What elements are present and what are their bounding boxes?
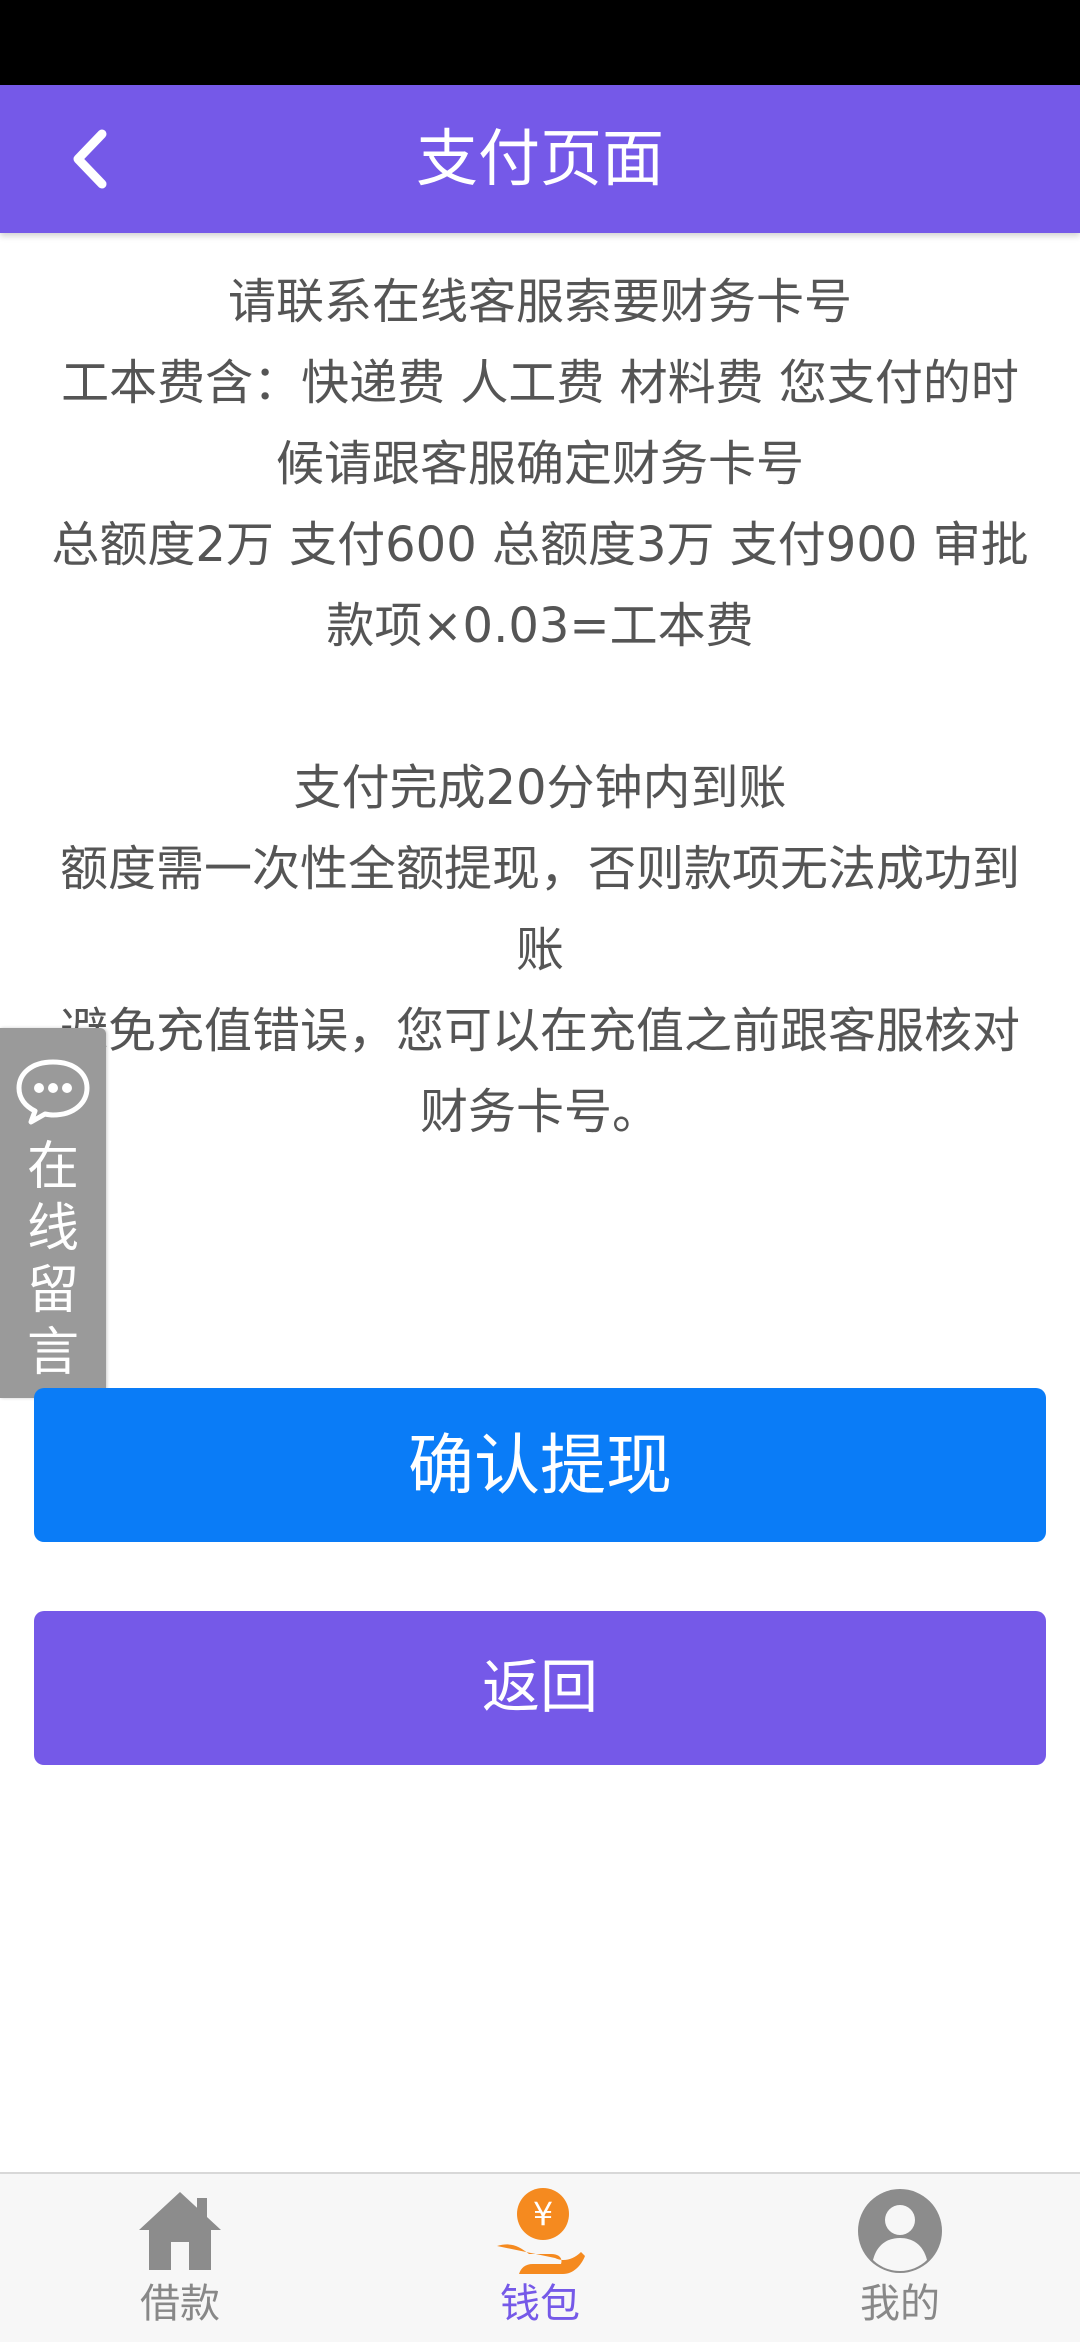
confirm-withdraw-button[interactable]: 确认提现 [34, 1388, 1046, 1542]
status-bar [0, 0, 1080, 85]
instruction-line: 总额度2万 支付600 总额度3万 支付900 审批款项×0.03=工本费 [51, 517, 1029, 654]
instruction-line: 请联系在线客服索要财务卡号 [227, 274, 852, 330]
house-icon [139, 2192, 221, 2270]
return-button[interactable]: 返回 [34, 1611, 1046, 1765]
payment-instructions: 请联系在线客服索要财务卡号 工本费含：快递费 人工费 材料费 您支付的时候请跟客… [50, 262, 1030, 1153]
tab-label-wallet: 钱包 [500, 2281, 580, 2327]
svg-text:¥: ¥ [533, 2195, 553, 2233]
app-header: 支付页面 [0, 85, 1080, 233]
online-message-label: 在线留言 [26, 1137, 79, 1383]
tab-loan[interactable]: 借款 [60, 2174, 300, 2342]
instruction-line: 避免充值错误，您可以在充值之前跟客服核对财务卡号。 [59, 1003, 1020, 1140]
tab-wallet[interactable]: ¥ 钱包 [420, 2174, 660, 2342]
instruction-line: 额度需一次性全额提现，否则款项无法成功到账 [59, 841, 1020, 978]
online-message-tab[interactable]: 在线留言 [0, 1028, 106, 1398]
page-title: 支付页面 [415, 122, 664, 195]
tab-label-loan: 借款 [140, 2281, 220, 2327]
bottom-tab-bar: 借款 ¥ 钱包 我的 [0, 2172, 1080, 2342]
chat-bubble-icon [16, 1059, 90, 1125]
user-avatar-icon [858, 2189, 942, 2273]
instruction-line: 支付完成20分钟内到账 [293, 760, 787, 816]
wallet-yen-icon: ¥ [497, 2188, 585, 2274]
tab-label-mine: 我的 [860, 2281, 940, 2327]
tab-mine[interactable]: 我的 [780, 2174, 1020, 2342]
instruction-line: 工本费含：快递费 人工费 材料费 您支付的时候请跟客服确定财务卡号 [61, 355, 1019, 492]
